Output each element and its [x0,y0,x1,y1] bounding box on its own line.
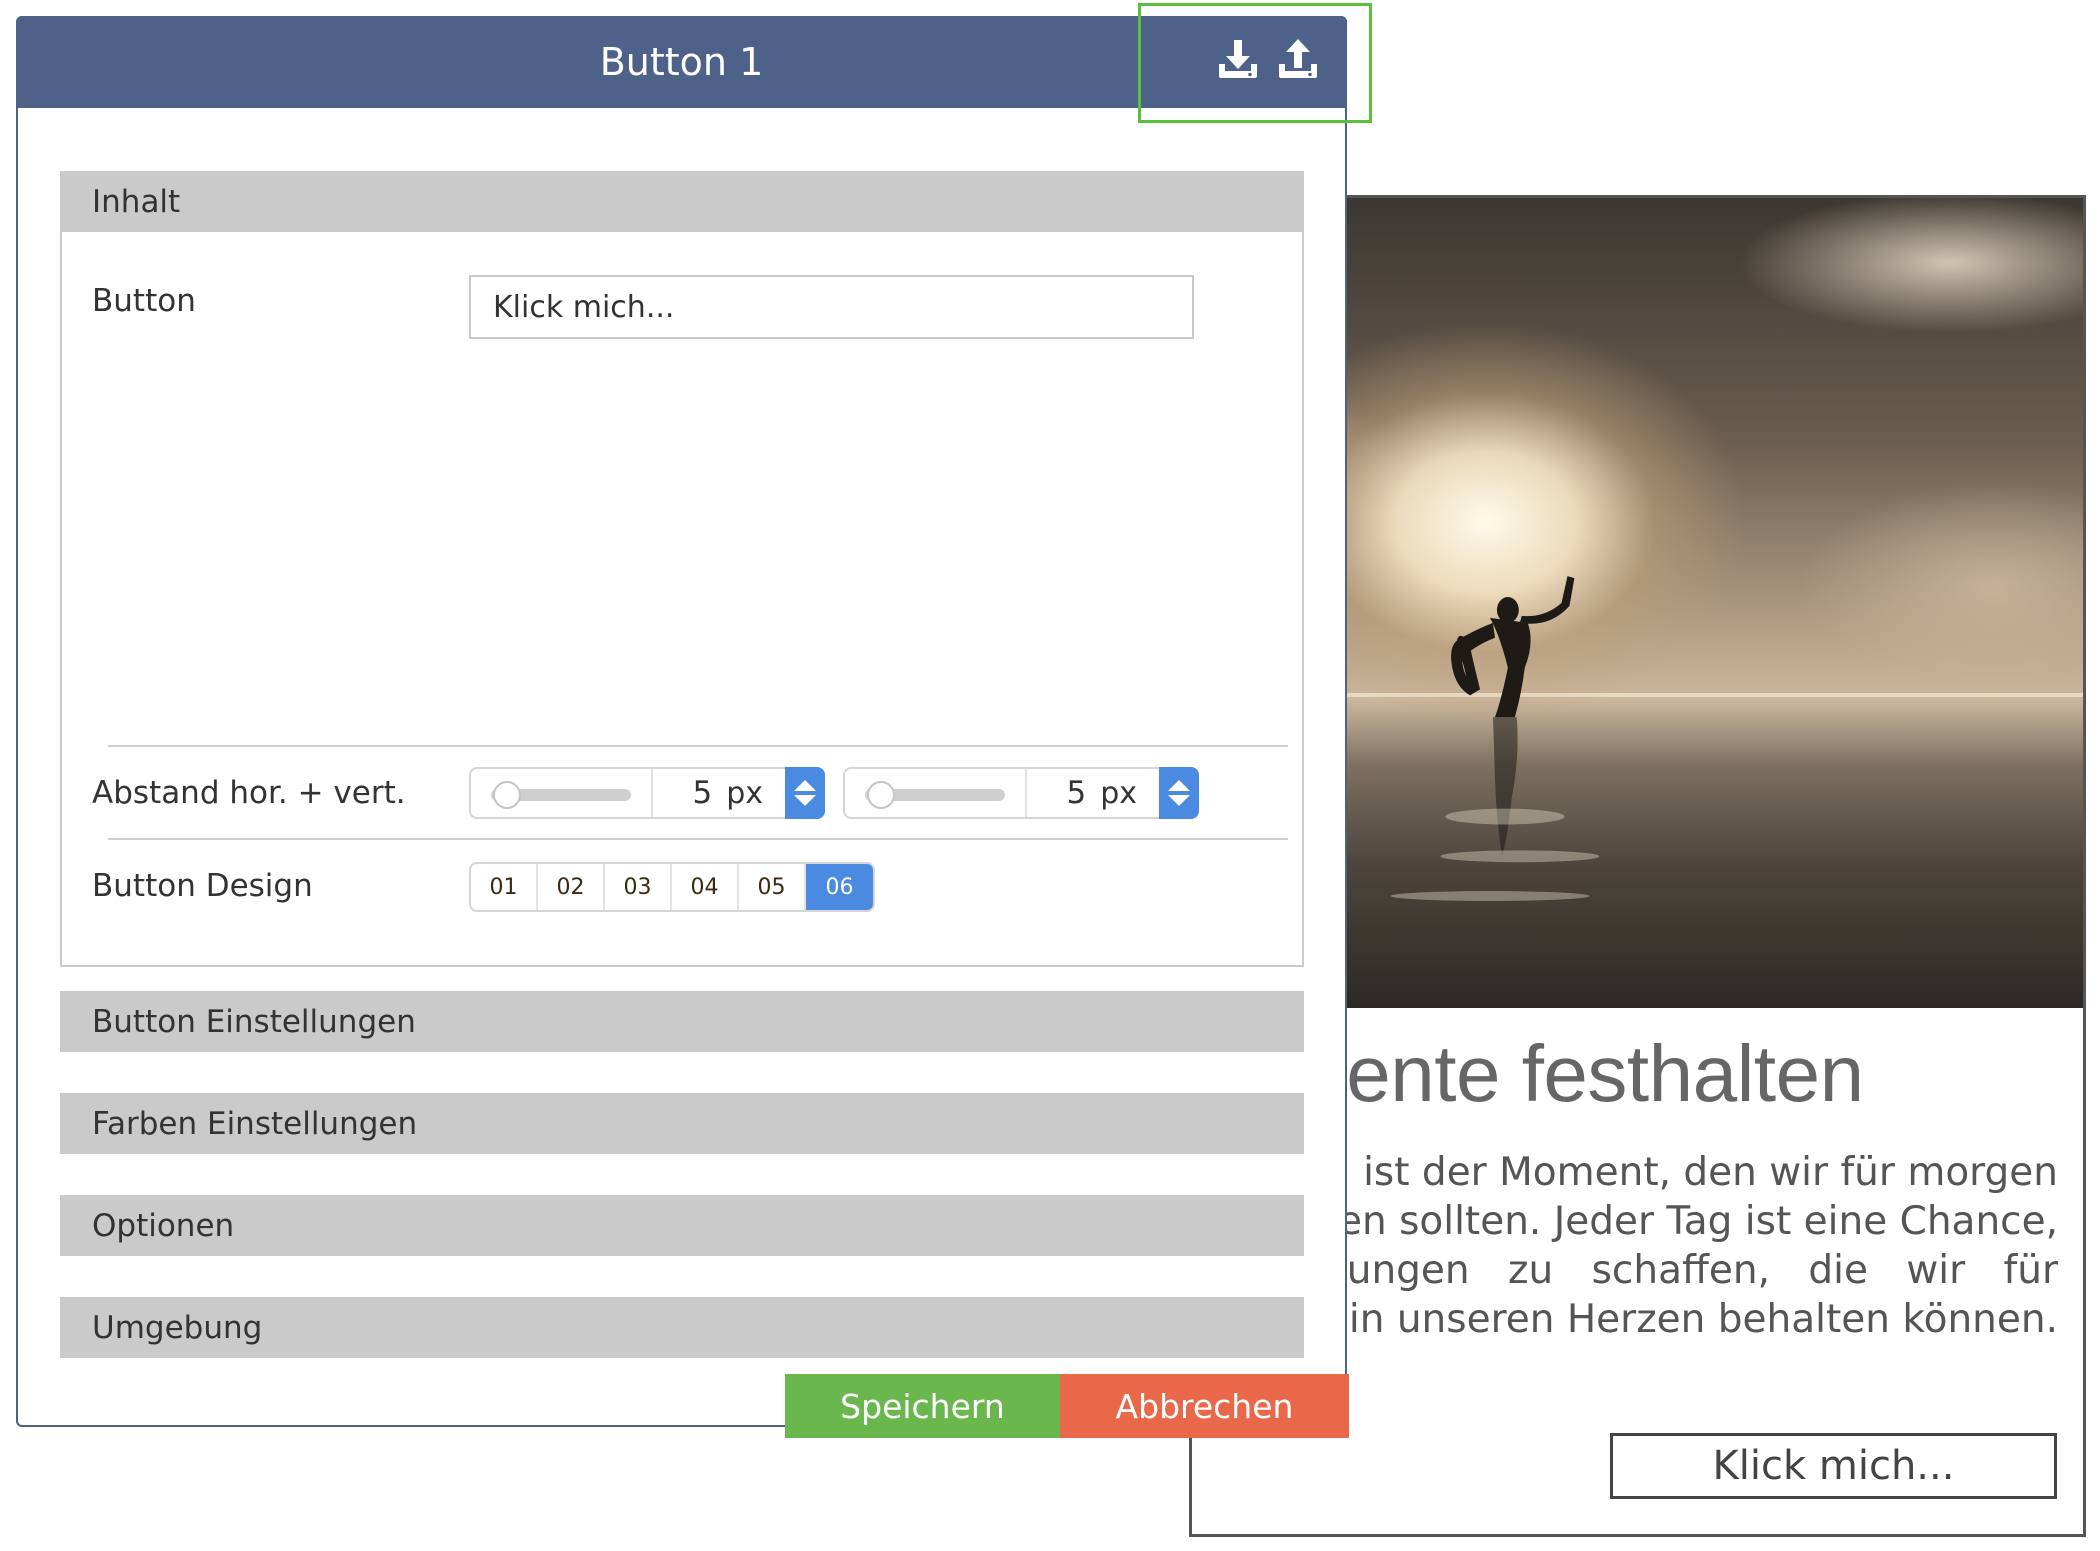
divider [108,838,1288,840]
spacing-horizontal-value[interactable]: 5 px [653,775,785,811]
divider [108,745,1288,747]
button-settings-dialog: Button 1 Inhalt Button Klick mich... Abs… [16,16,1349,1438]
section-inhalt[interactable]: Inhalt [60,171,1304,232]
slider-knob[interactable] [867,781,895,809]
inhalt-panel [60,231,1304,967]
stepper-up-icon[interactable] [1168,780,1190,791]
design-option-06[interactable]: 06 [806,864,873,910]
save-button[interactable]: Speichern [785,1374,1060,1438]
design-option-03[interactable]: 03 [605,864,672,910]
stepper-down-icon[interactable] [1168,795,1190,806]
spacing-vertical-slider[interactable] [845,769,1027,817]
design-option-02[interactable]: 02 [538,864,605,910]
stepper-down-icon[interactable] [794,795,816,806]
preview-button[interactable]: Klick mich... [1610,1433,2057,1499]
spacing-vertical-control: 5 px [843,767,1199,819]
button-design-selector: 01 02 03 04 05 06 [469,862,875,912]
highlight-box [1138,3,1372,123]
button-design-label: Button Design [92,868,313,904]
design-option-05[interactable]: 05 [739,864,806,910]
cancel-button[interactable]: Abbrechen [1060,1374,1349,1438]
spacing-horizontal-control: 5 px [469,767,825,819]
section-umgebung[interactable]: Umgebung [60,1297,1304,1358]
section-optionen[interactable]: Optionen [60,1195,1304,1256]
spacing-horizontal-slider[interactable] [471,769,653,817]
spacing-label: Abstand hor. + vert. [92,775,406,811]
button-text-label: Button [92,283,196,319]
spacing-horizontal-stepper[interactable] [785,767,825,819]
design-option-04[interactable]: 04 [672,864,739,910]
section-farben-einstellungen[interactable]: Farben Einstellungen [60,1093,1304,1154]
section-button-einstellungen[interactable]: Button Einstellungen [60,991,1304,1052]
button-text-input[interactable]: Klick mich... [469,275,1194,339]
design-option-01[interactable]: 01 [471,864,538,910]
dialog-title: Button 1 [599,40,764,84]
stepper-up-icon[interactable] [794,780,816,791]
spacing-vertical-stepper[interactable] [1159,767,1199,819]
spacing-vertical-value[interactable]: 5 px [1027,775,1159,811]
slider-knob[interactable] [493,781,521,809]
